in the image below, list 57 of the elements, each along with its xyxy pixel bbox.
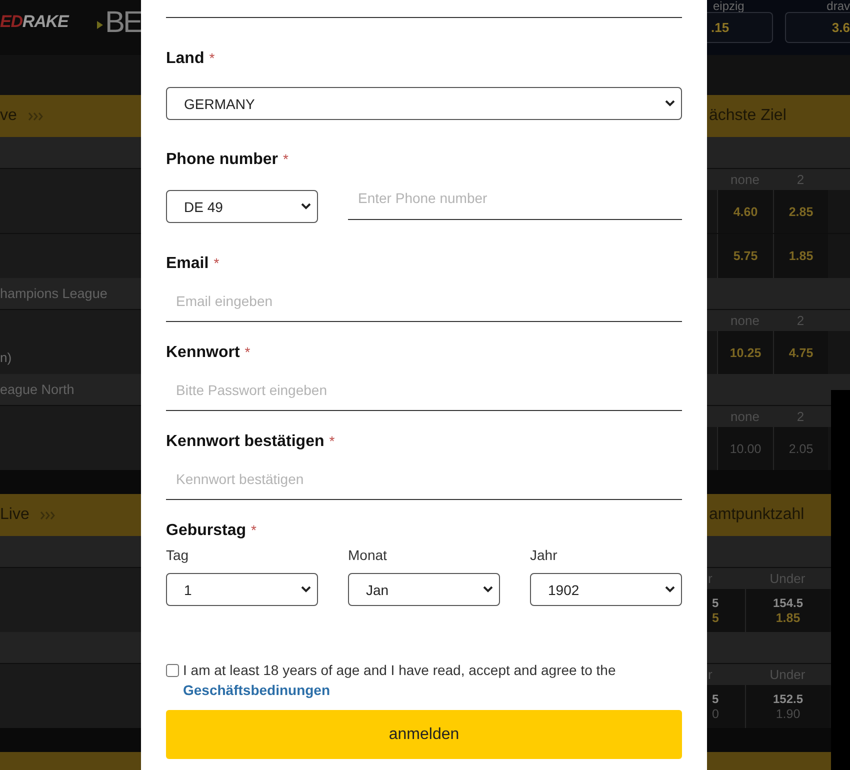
odds-button[interactable]: 4.75 — [773, 331, 828, 374]
required-mark: * — [209, 50, 215, 66]
caret-icon — [301, 203, 311, 210]
field-label: Jahr — [530, 546, 558, 564]
terms-text: I am at least 18 years of age and I have read, accept and agree to the Geschäftsbedinungen — [183, 661, 617, 700]
odds-button[interactable]: 10.25 — [717, 331, 773, 374]
odds-button[interactable]: 10.00 — [717, 427, 773, 470]
caret-icon — [665, 586, 675, 593]
required-mark: * — [214, 255, 220, 271]
submit-button[interactable]: anmelden — [166, 710, 682, 759]
field-label: Monat — [348, 546, 388, 564]
triangle-icon — [96, 21, 103, 29]
required-mark: * — [251, 522, 256, 538]
league-name: eague North — [0, 382, 74, 397]
odds-button[interactable]: 5 0 — [707, 685, 745, 728]
odds-button[interactable]: 1.85 — [773, 234, 828, 278]
field-label: Land — [166, 49, 204, 69]
required-mark: * — [329, 433, 335, 449]
caret-icon — [665, 100, 675, 107]
banner-text: BE — [104, 6, 141, 40]
odds-button[interactable]: 5 5 — [707, 589, 745, 632]
select-dropdown[interactable]: 1902 — [530, 573, 682, 606]
brand-logo[interactable]: EDRAKE — [0, 12, 68, 32]
field-label: Kennwort — [166, 343, 240, 363]
odds-button[interactable]: 4.60 — [717, 190, 773, 233]
caret-icon — [301, 586, 311, 593]
required-mark: * — [244, 344, 250, 360]
odds-button[interactable]: .15 — [707, 12, 773, 43]
odds-button[interactable]: 152.5 1.90 — [745, 685, 830, 728]
required-mark: * — [283, 151, 288, 167]
field-label: Kennwort bestätigen — [166, 432, 324, 452]
odds-button[interactable]: 154.5 1.85 — [745, 589, 830, 632]
field-label: Geburstag — [166, 521, 246, 541]
input-field[interactable]: Bitte Passwort eingeben — [166, 370, 682, 411]
input-field[interactable]: Enter Phone number — [348, 184, 682, 220]
field-label: Tag — [166, 546, 190, 564]
field-label: Phone number — [166, 150, 278, 170]
terms-link[interactable]: Geschäftsbedinungen — [183, 682, 330, 698]
odds-button[interactable]: 2.05 — [773, 427, 828, 470]
chevrons-icon — [40, 510, 56, 520]
select-dropdown[interactable]: 1 — [166, 573, 318, 606]
select-dropdown[interactable]: DE 49 — [166, 190, 318, 223]
odds-button[interactable]: 5.75 — [717, 234, 773, 278]
league-name: hampions League — [0, 286, 108, 301]
odds-button[interactable]: 3.6 — [785, 12, 850, 43]
match-name: n) — [0, 350, 12, 367]
select-dropdown[interactable]: Jan — [348, 573, 500, 606]
terms-checkbox[interactable] — [166, 664, 179, 677]
select-dropdown[interactable]: GERMANY — [166, 87, 682, 120]
input-field[interactable]: Kennwort bestätigen — [166, 459, 682, 500]
chevrons-icon — [28, 112, 43, 120]
input-field[interactable]: Email eingeben — [166, 281, 682, 322]
field-label: Email — [166, 254, 209, 274]
team-name: drav — [826, 0, 850, 12]
odds-button[interactable]: 2.85 — [773, 190, 828, 233]
caret-icon — [483, 586, 493, 593]
team-name: eipzig — [712, 0, 746, 12]
